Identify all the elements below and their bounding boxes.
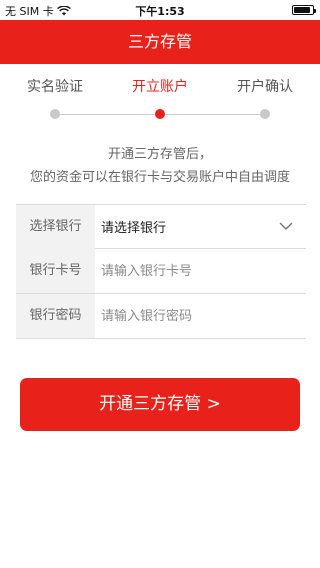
bank-select-row[interactable]: 选择银行 请选择银行 — [16, 204, 306, 249]
bank-password-row: 银行密码 — [16, 294, 306, 339]
open-account-button[interactable]: 开通三方存管 > — [20, 378, 300, 431]
step-dot-verify — [50, 109, 60, 119]
status-bar: 无 SIM 卡 下午1:53 — [0, 0, 320, 20]
description-line-2: 您的资金可以在银行卡与交易账户中自由调度 — [29, 170, 290, 185]
card-number-input[interactable] — [95, 249, 306, 293]
nav-bar: 三方存管 — [0, 20, 320, 64]
bank-select-label: 选择银行 — [16, 204, 95, 249]
step-indicator: 实名验证 开立账户 开户确认 — [0, 64, 320, 124]
step-label-verify: 实名验证 — [27, 79, 83, 95]
battery-area — [292, 5, 316, 15]
page-title: 三方存管 — [127, 32, 192, 51]
step-label-open-account: 开立账户 — [132, 79, 188, 95]
battery-fill — [294, 7, 311, 13]
battery-icon — [292, 5, 316, 15]
bank-password-label: 银行密码 — [16, 294, 95, 338]
description-line-1: 开通三方存管后， — [107, 147, 212, 162]
step-dot-open-account — [155, 109, 165, 119]
card-number-row: 银行卡号 — [16, 249, 306, 294]
bank-password-input[interactable] — [95, 294, 306, 338]
screen: 无 SIM 卡 下午1:53 三方存管 实名验证 开立账户 开户确认 开通三方存… — [0, 0, 320, 568]
bank-select-value[interactable]: 请选择银行 — [95, 217, 306, 236]
status-time: 下午1:53 — [135, 5, 185, 18]
chevron-down-icon[interactable] — [278, 218, 294, 234]
step-dot-confirm — [260, 109, 270, 119]
card-number-label: 银行卡号 — [16, 249, 95, 293]
bank-form: 选择银行 请选择银行 银行卡号 银行密码 — [16, 204, 306, 339]
step-label-confirm: 开户确认 — [237, 79, 293, 95]
